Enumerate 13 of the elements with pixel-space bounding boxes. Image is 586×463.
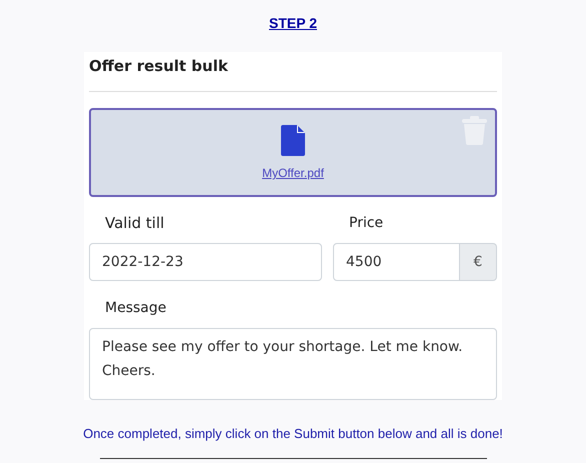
currency-addon: €	[460, 243, 497, 282]
instruction-text: Once completed, simply click on the Submit button below and all is done!	[83, 425, 503, 443]
step-title-link[interactable]: STEP 2	[269, 13, 317, 33]
field-label: Price	[349, 214, 384, 232]
field-label: Message	[105, 299, 168, 318]
field-label: Valid till	[105, 214, 166, 232]
document-icon	[281, 125, 305, 156]
file-link[interactable]: MyOffer.pdf	[262, 164, 324, 182]
card-title: Offer result bulk	[89, 57, 229, 75]
date-input-field[interactable]: 2022-12-23	[89, 243, 322, 282]
attachment-drop-zone[interactable]: MyOffer.pdf	[89, 108, 497, 198]
message-text-area[interactable]: Please see my offer to your shortage. Let me know. Cheers.	[89, 328, 497, 400]
price-input-field[interactable]: 4500	[333, 243, 460, 282]
